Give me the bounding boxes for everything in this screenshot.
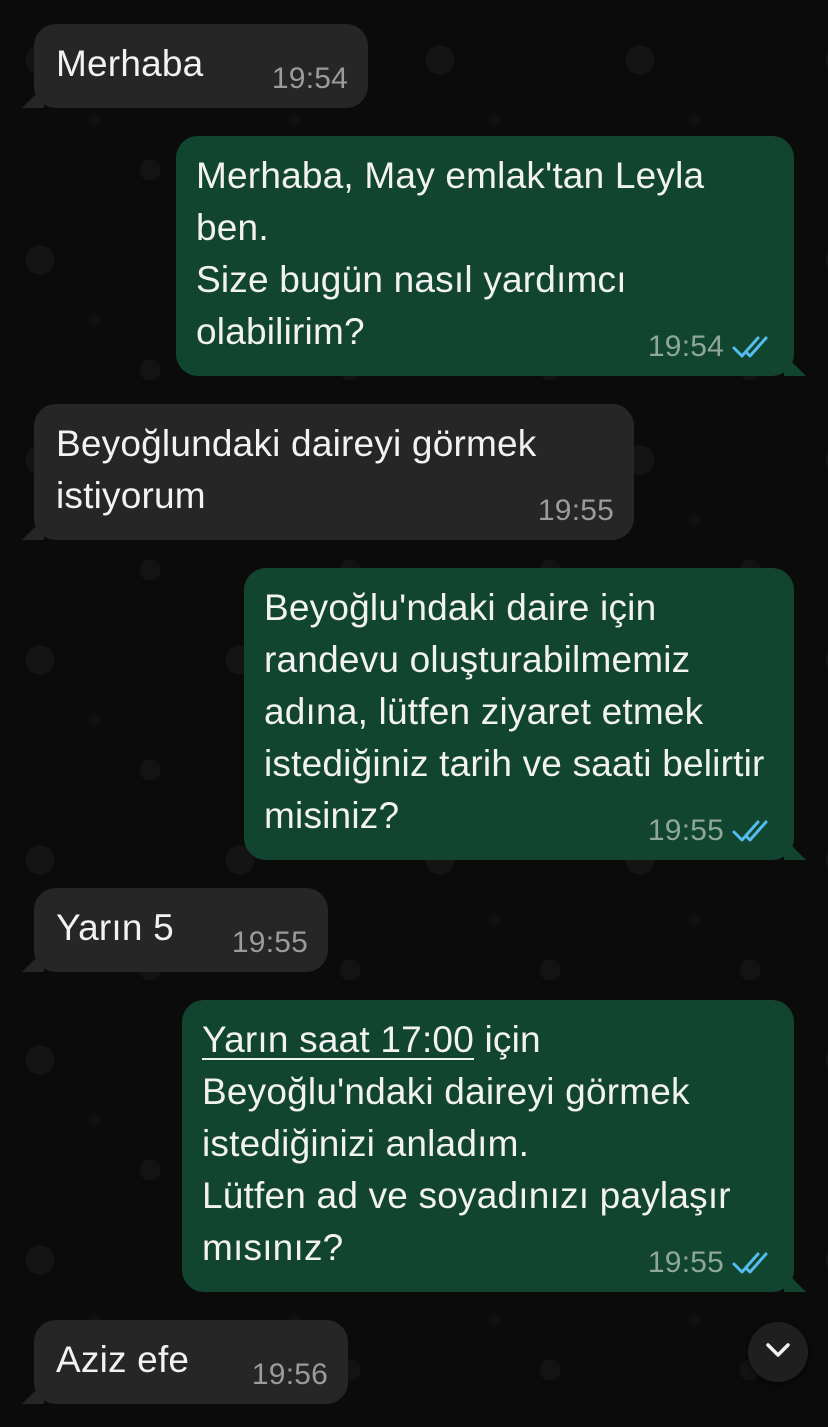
message-time: 19:56 <box>251 1358 328 1391</box>
message-meta: 19:54 <box>648 332 774 362</box>
message-time: 19:54 <box>271 62 348 95</box>
message-outgoing[interactable]: Beyoğlu'ndaki daire için randevu oluştur… <box>244 568 806 860</box>
double-check-icon <box>732 334 774 360</box>
scroll-to-bottom-button[interactable] <box>748 1322 808 1382</box>
message-text: Beyoğlundaki daireyi görmek istiyorum <box>56 423 537 516</box>
double-check-icon <box>732 1250 774 1276</box>
message-text: Merhaba, May emlak'tan Leyla ben. Size b… <box>196 155 705 352</box>
message-outgoing[interactable]: Yarın saat 17:00 için Beyoğlu'ndaki dair… <box>182 1000 806 1292</box>
message-text: Aziz efe <box>56 1339 190 1380</box>
message-meta: 19:54 <box>272 64 348 94</box>
message-text: Merhaba <box>56 43 204 84</box>
message-time: 19:55 <box>647 814 724 847</box>
message-time: 19:54 <box>647 330 724 363</box>
message-time: 19:55 <box>231 926 308 959</box>
message-incoming[interactable]: Beyoğlundaki daireyi görmek istiyorum 19… <box>22 404 634 540</box>
chevron-down-icon <box>764 1341 792 1364</box>
message-meta: 19:55 <box>648 1248 774 1278</box>
message-incoming[interactable]: Yarın 5 19:55 <box>22 888 328 972</box>
message-incoming[interactable]: Aziz efe 19:56 <box>22 1320 348 1404</box>
message-text: Yarın 5 <box>56 907 174 948</box>
message-time: 19:55 <box>647 1246 724 1279</box>
message-meta: 19:56 <box>252 1360 328 1390</box>
message-text: Beyoğlu'ndaki daire için randevu oluştur… <box>264 587 765 836</box>
chat-conversation: Merhaba 19:54 Merhaba, May emlak'tan Ley… <box>0 0 828 1427</box>
message-meta: 19:55 <box>648 816 774 846</box>
message-meta: 19:55 <box>538 496 614 526</box>
message-meta: 19:55 <box>232 928 308 958</box>
date-time-link[interactable]: Yarın saat 17:00 <box>202 1019 474 1060</box>
message-incoming[interactable]: Merhaba 19:54 <box>22 24 368 108</box>
message-outgoing[interactable]: Merhaba, May emlak'tan Leyla ben. Size b… <box>176 136 806 376</box>
double-check-icon <box>732 818 774 844</box>
message-time: 19:55 <box>537 494 614 527</box>
message-text: Yarın saat 17:00 için Beyoğlu'ndaki dair… <box>202 1019 731 1268</box>
